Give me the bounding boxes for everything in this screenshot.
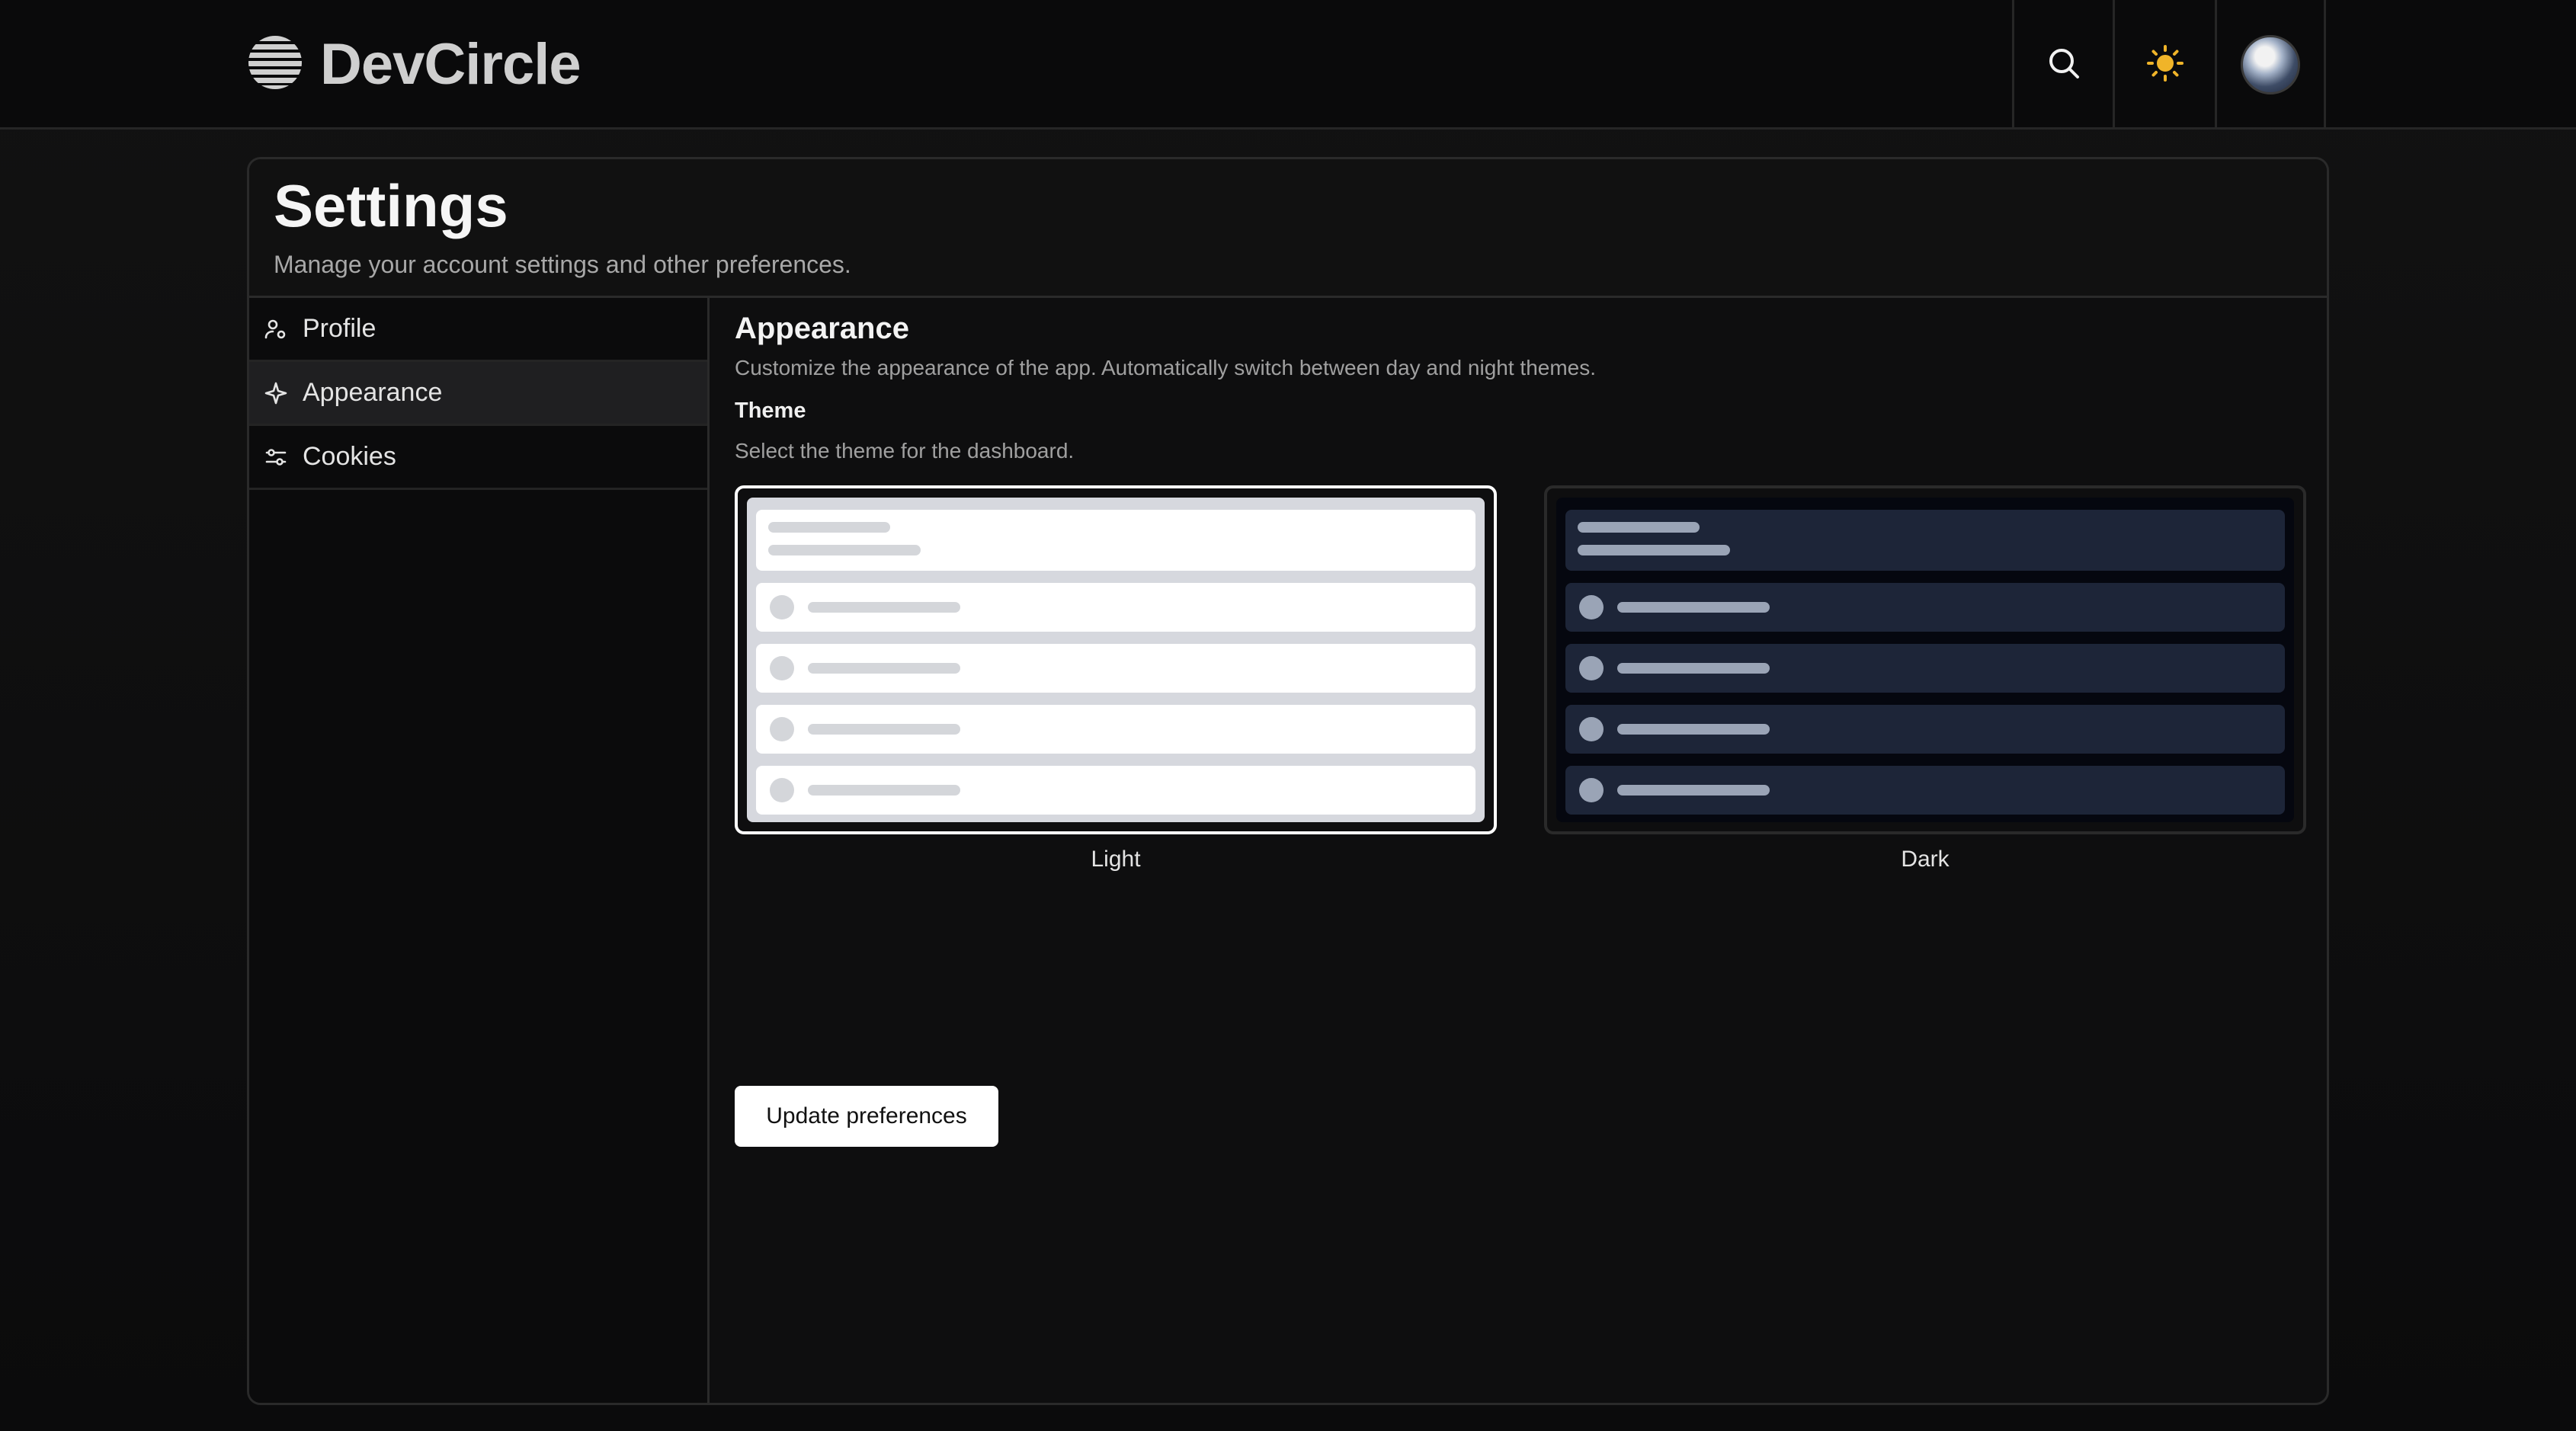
settings-card: Settings Manage your account settings an… <box>247 157 2329 1405</box>
sidebar-item-profile[interactable]: Profile <box>249 298 707 362</box>
search-button[interactable] <box>2012 0 2113 130</box>
preview-row <box>1565 583 2285 632</box>
brand-link[interactable]: DevCircle <box>247 32 582 97</box>
top-navbar: DevCircle <box>0 0 2576 130</box>
theme-field-label: Theme <box>735 399 806 423</box>
sliders-icon <box>263 444 289 470</box>
sun-icon <box>2146 44 2184 86</box>
preview-row <box>1565 705 2285 754</box>
preview-bar <box>808 663 960 674</box>
dark-theme-preview <box>1556 498 2294 822</box>
theme-options: Light Dark <box>735 485 2306 882</box>
preview-row <box>756 583 1475 632</box>
sidebar-item-appearance[interactable]: Appearance <box>249 362 707 426</box>
preview-row <box>756 766 1475 815</box>
user-menu-button[interactable] <box>2215 0 2326 130</box>
preview-row <box>1565 644 2285 693</box>
preview-header <box>756 510 1475 571</box>
preview-bar <box>1617 602 1770 613</box>
sidebar-item-cookies[interactable]: Cookies <box>249 426 707 490</box>
sidebar-item-label: Appearance <box>303 378 443 407</box>
theme-toggle-button[interactable] <box>2113 0 2215 130</box>
page-title: Settings <box>274 172 508 239</box>
update-preferences-button[interactable]: Update preferences <box>735 1086 998 1147</box>
globe-stripes-icon <box>247 34 303 94</box>
preview-bar <box>768 545 921 555</box>
preview-dot <box>770 717 794 741</box>
settings-sidebar: Profile Appearance Cookies <box>249 298 710 1403</box>
user-settings-icon <box>263 316 289 342</box>
settings-header: Settings Manage your account settings an… <box>249 159 2327 298</box>
preview-dot <box>1579 717 1604 741</box>
preview-row <box>756 705 1475 754</box>
theme-option-label-light: Light <box>1091 847 1141 872</box>
preview-dot <box>770 778 794 802</box>
sidebar-item-label: Profile <box>303 314 376 343</box>
section-title: Appearance <box>735 312 909 345</box>
preview-dot <box>1579 595 1604 619</box>
page-subtitle: Manage your account settings and other p… <box>274 251 851 278</box>
preview-dot <box>1579 778 1604 802</box>
light-theme-preview <box>747 498 1485 822</box>
sparkle-icon <box>263 380 289 406</box>
search-icon <box>2046 45 2082 85</box>
navbar-actions <box>2012 0 2326 130</box>
preview-dot <box>1579 656 1604 680</box>
theme-option-dark[interactable] <box>1544 485 2306 834</box>
brand-name: DevCircle <box>320 31 582 97</box>
preview-bar <box>1578 522 1700 533</box>
theme-option-label-dark: Dark <box>1901 847 1950 872</box>
preview-dot <box>770 595 794 619</box>
theme-option-light[interactable] <box>735 485 1497 834</box>
preview-dot <box>770 656 794 680</box>
appearance-section: Appearance Customize the appearance of t… <box>735 312 2306 1403</box>
section-description: Customize the appearance of the app. Aut… <box>735 356 1597 379</box>
preview-bar <box>768 522 890 533</box>
preview-bar <box>808 602 960 613</box>
preview-row <box>756 644 1475 693</box>
preview-bar <box>808 724 960 735</box>
preview-bar <box>1578 545 1730 555</box>
preview-bar <box>1617 663 1770 674</box>
preview-bar <box>1617 785 1770 796</box>
sidebar-item-label: Cookies <box>303 442 396 471</box>
preview-header <box>1565 510 2285 571</box>
theme-field-description: Select the theme for the dashboard. <box>735 439 1075 463</box>
preview-row <box>1565 766 2285 815</box>
preview-bar <box>808 785 960 796</box>
preview-bar <box>1617 724 1770 735</box>
avatar <box>2241 35 2300 94</box>
